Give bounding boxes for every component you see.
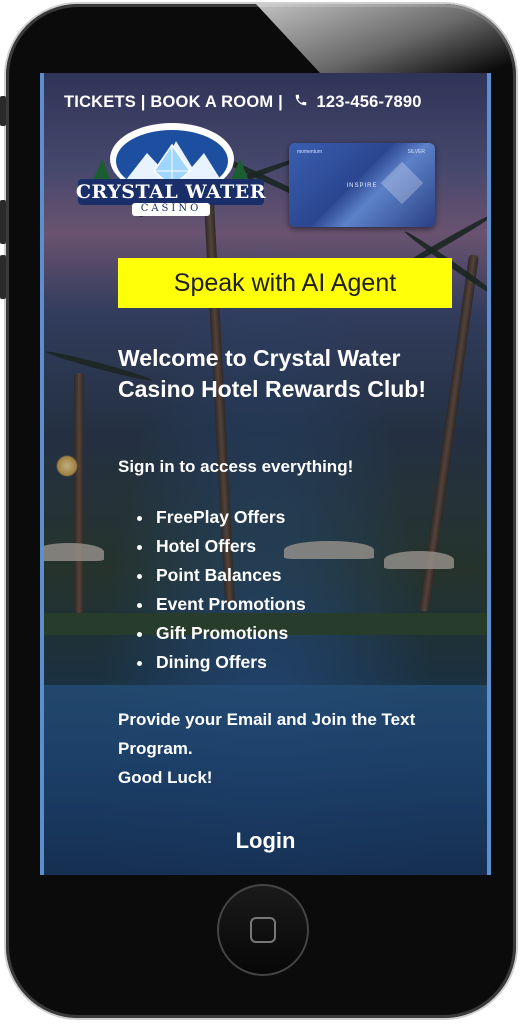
top-nav: TICKETS | BOOK A ROOM | 123-456-7890 bbox=[64, 93, 422, 112]
good-luck-line: Good Luck! bbox=[118, 768, 213, 787]
nav-separator: | bbox=[140, 93, 146, 111]
tickets-link[interactable]: TICKETS bbox=[64, 93, 136, 111]
phone-icon bbox=[294, 93, 308, 112]
logo-sub-text: CASINO bbox=[140, 203, 202, 214]
main-content: TICKETS | BOOK A ROOM | 123-456-7890 CRY… bbox=[44, 73, 487, 875]
benefits-list: FreePlay Offers Hotel Offers Point Balan… bbox=[118, 503, 306, 677]
app-screen: TICKETS | BOOK A ROOM | 123-456-7890 CRY… bbox=[40, 73, 491, 875]
speak-with-ai-agent-button[interactable]: Speak with AI Agent bbox=[118, 258, 452, 308]
signin-prompt: Sign in to access everything! bbox=[118, 457, 354, 476]
logo-name-text: CRYSTAL WATER bbox=[75, 181, 267, 203]
rewards-card-image: momentum SILVER INSPIRE bbox=[289, 143, 435, 227]
card-name: INSPIRE bbox=[346, 183, 378, 189]
list-item: Gift Promotions bbox=[154, 619, 306, 648]
list-item: Dining Offers bbox=[154, 648, 306, 677]
book-room-link[interactable]: BOOK A ROOM bbox=[150, 93, 273, 111]
home-square-icon bbox=[250, 917, 276, 943]
list-item: FreePlay Offers bbox=[154, 503, 306, 532]
home-button[interactable] bbox=[217, 884, 309, 976]
card-tier: SILVER bbox=[407, 149, 425, 155]
nav-separator: | bbox=[278, 93, 283, 111]
card-brand: momentum bbox=[297, 149, 323, 155]
list-item: Hotel Offers bbox=[154, 532, 306, 561]
volume-up-button bbox=[0, 200, 6, 244]
casino-logo[interactable]: CRYSTAL WATER CASINO bbox=[72, 123, 270, 219]
list-item: Point Balances bbox=[154, 561, 306, 590]
login-button[interactable]: Login bbox=[44, 828, 487, 854]
mute-switch bbox=[0, 96, 6, 126]
list-item: Event Promotions bbox=[154, 590, 306, 619]
provide-email-text: Provide your Email and Join the Text Pro… bbox=[118, 705, 478, 792]
welcome-heading: Welcome to Crystal Water Casino Hotel Re… bbox=[118, 345, 426, 402]
provide-email-line: Provide your Email and Join the Text Pro… bbox=[118, 710, 416, 758]
volume-down-button bbox=[0, 255, 6, 299]
phone-number-link[interactable]: 123-456-7890 bbox=[317, 93, 422, 111]
